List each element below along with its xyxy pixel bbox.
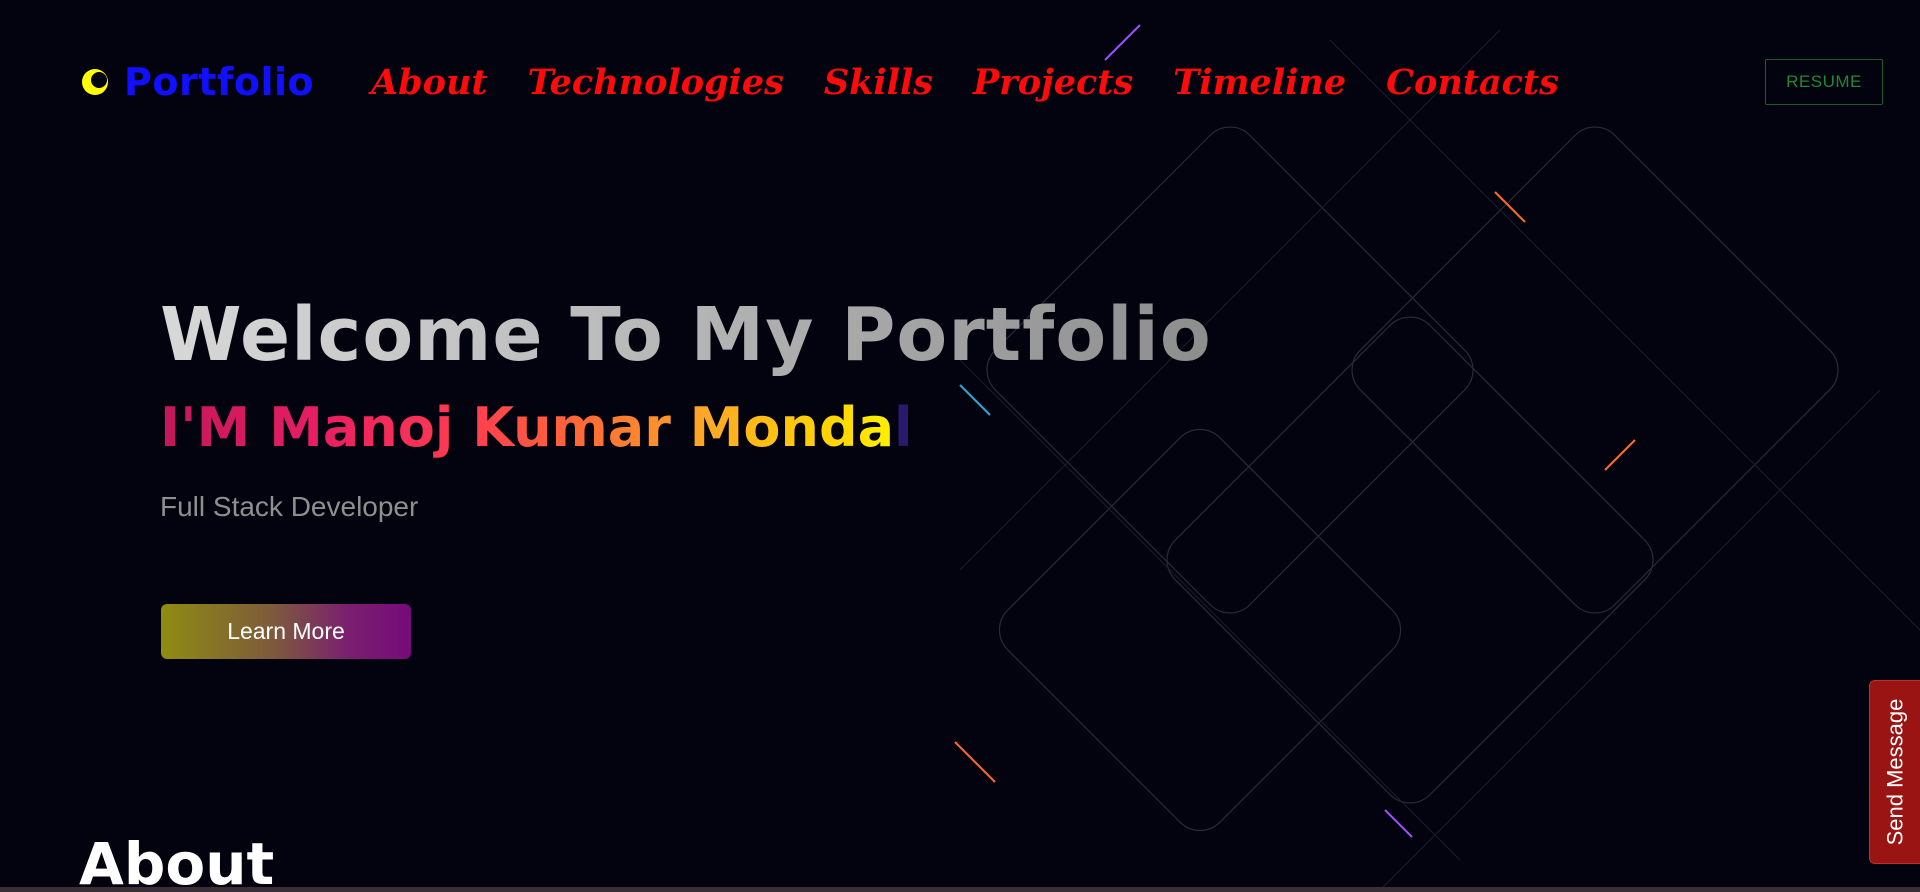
meteor-streak xyxy=(959,384,991,416)
hero-name-text: I'M Manoj Kumar Monda xyxy=(160,396,895,459)
bg-line-4 xyxy=(1379,389,1881,891)
top-navbar: Portfolio About Technologies Skills Proj… xyxy=(0,0,1920,170)
bg-diamond-right xyxy=(1351,126,1839,614)
nav-link-timeline[interactable]: Timeline xyxy=(1173,62,1346,103)
hero-typed-name: I'M Manoj Kumar Monda l xyxy=(160,396,913,459)
bg-line-2 xyxy=(959,359,1461,861)
section-divider xyxy=(0,887,1920,892)
portfolio-page: Portfolio About Technologies Skills Proj… xyxy=(0,0,1920,892)
meteor-streak xyxy=(1494,191,1526,223)
hero-role: Full Stack Developer xyxy=(160,491,419,522)
learn-more-button[interactable]: Learn More xyxy=(161,604,411,659)
send-message-tab[interactable]: Send Message xyxy=(1869,680,1920,864)
brand-name: Portfolio xyxy=(124,60,315,104)
resume-button[interactable]: RESUME xyxy=(1765,59,1883,105)
send-message-label: Send Message xyxy=(1882,698,1908,846)
main-menu: About Technologies Skills Projects Timel… xyxy=(371,62,1559,103)
crescent-logo-icon xyxy=(82,69,108,95)
brand-logo[interactable]: Portfolio xyxy=(80,60,314,104)
bg-diamond-bottom xyxy=(1166,316,1654,804)
meteor-streak xyxy=(1384,809,1413,838)
nav-link-projects[interactable]: Projects xyxy=(973,62,1133,103)
nav-link-technologies[interactable]: Technologies xyxy=(528,62,784,103)
nav-link-about[interactable]: About xyxy=(371,62,488,103)
about-section-heading: About xyxy=(79,830,275,892)
typing-cursor-letter: l xyxy=(894,396,913,459)
meteor-streak xyxy=(954,741,996,783)
nav-link-contacts[interactable]: Contacts xyxy=(1386,62,1559,103)
hero-title: Welcome To My Portfolio xyxy=(160,292,1212,378)
bg-diamond-far xyxy=(998,428,1402,832)
meteor-streak xyxy=(1604,439,1636,471)
nav-link-skills[interactable]: Skills xyxy=(824,62,933,103)
